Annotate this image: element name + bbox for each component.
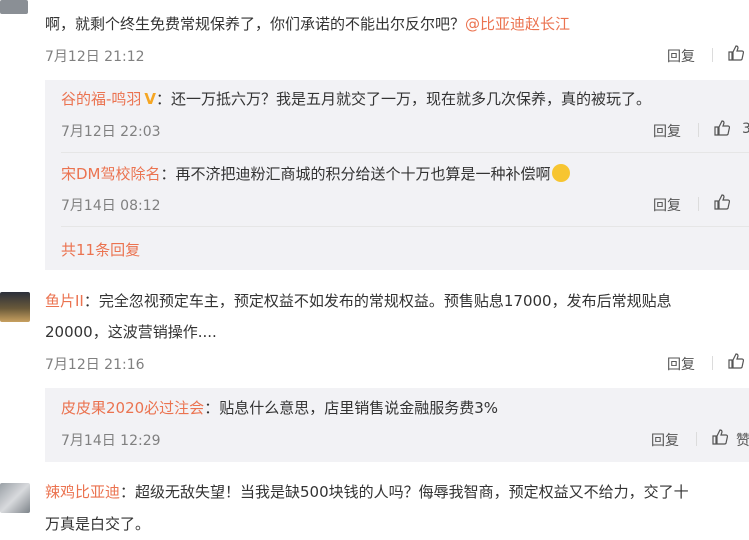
like-label[interactable]: 赞 xyxy=(736,430,749,450)
divider xyxy=(696,432,697,446)
comment-text-continued: 万真是白交了。 xyxy=(45,515,151,533)
like-icon[interactable] xyxy=(727,44,745,62)
user-link[interactable]: 皮皮果2020必过注会 xyxy=(61,399,204,417)
reply-button[interactable]: 回复 xyxy=(667,354,695,374)
comment-body: ：超级无敌失望！当我是缺500块钱的人吗？侮辱我智商，预定权益又不给力，交了十 xyxy=(120,483,689,501)
more-replies-link[interactable]: 共11条回复 xyxy=(61,240,140,260)
comment-body: 啊，就剩个终生免费常规保养了，你们承诺的不能出尔反尔吧？ xyxy=(45,15,466,33)
sub-reply-body: ：贴息什么意思，店里销售说金融服务费3% xyxy=(204,399,498,417)
divider xyxy=(698,197,699,211)
divider xyxy=(712,356,713,370)
verified-badge: V xyxy=(144,90,157,108)
reply-button[interactable]: 回复 xyxy=(653,195,681,215)
reply-button[interactable]: 回复 xyxy=(667,46,695,66)
sub-reply-body: ：还一万抵六万？我是五月就交了一万，现在就多几次保养，真的被玩了。 xyxy=(156,90,652,108)
like-icon[interactable] xyxy=(711,428,729,446)
laugh-cry-emoji-icon xyxy=(551,164,570,182)
like-count: 3 xyxy=(742,121,749,137)
timestamp: 7月12日 22:03 xyxy=(61,124,161,140)
comment-text-continued: 20000，这波营销操作.... xyxy=(45,323,217,341)
timestamp: 7月12日 21:12 xyxy=(45,49,145,65)
sub-reply-body: ：再不济把迪粉汇商城的积分给送个十万也算是一种补偿啊 xyxy=(160,165,551,183)
sub-reply-text: 谷的福-鸣羽 V：还一万抵六万？我是五月就交了一万，现在就多几次保养，真的被玩了。 xyxy=(61,89,651,109)
reply-button[interactable]: 回复 xyxy=(653,121,681,141)
user-link[interactable]: 谷的福-鸣羽 xyxy=(61,90,141,108)
like-icon[interactable] xyxy=(713,119,731,137)
comment-body: ：完全忽视预定车主，预定权益不如发布的常规权益。预售贴息17000，发布后常规贴… xyxy=(83,292,672,310)
avatar[interactable] xyxy=(0,292,30,322)
like-icon[interactable] xyxy=(713,193,731,211)
user-link[interactable]: 宋DM驾校除名 xyxy=(61,165,161,183)
sub-reply-text: 皮皮果2020必过注会：贴息什么意思，店里销售说金融服务费3% xyxy=(61,398,498,418)
like-icon[interactable] xyxy=(727,352,745,370)
timestamp: 7月14日 12:29 xyxy=(61,433,161,449)
user-link[interactable]: 辣鸡比亚迪 xyxy=(45,483,120,501)
mention-link[interactable]: @比亚迪赵长江 xyxy=(465,15,570,33)
divider xyxy=(61,152,749,153)
timestamp: 7月14日 08:12 xyxy=(61,198,161,214)
divider xyxy=(712,48,713,62)
avatar[interactable] xyxy=(0,483,30,513)
user-link[interactable]: 鱼片II xyxy=(45,292,84,310)
comment-text: 啊，就剩个终生免费常规保养了，你们承诺的不能出尔反尔吧？@比亚迪赵长江 xyxy=(45,14,570,34)
sub-reply-text: 宋DM驾校除名：再不济把迪粉汇商城的积分给送个十万也算是一种补偿啊 xyxy=(61,164,570,184)
divider xyxy=(698,123,699,137)
comment-text: 辣鸡比亚迪：超级无敌失望！当我是缺500块钱的人吗？侮辱我智商，预定权益又不给力… xyxy=(45,482,689,502)
reply-button[interactable]: 回复 xyxy=(651,430,679,450)
avatar[interactable] xyxy=(0,0,28,14)
divider xyxy=(61,226,749,227)
comment-text: 鱼片II：完全忽视预定车主，预定权益不如发布的常规权益。预售贴息17000，发布… xyxy=(45,291,672,311)
timestamp: 7月12日 21:16 xyxy=(45,357,145,373)
